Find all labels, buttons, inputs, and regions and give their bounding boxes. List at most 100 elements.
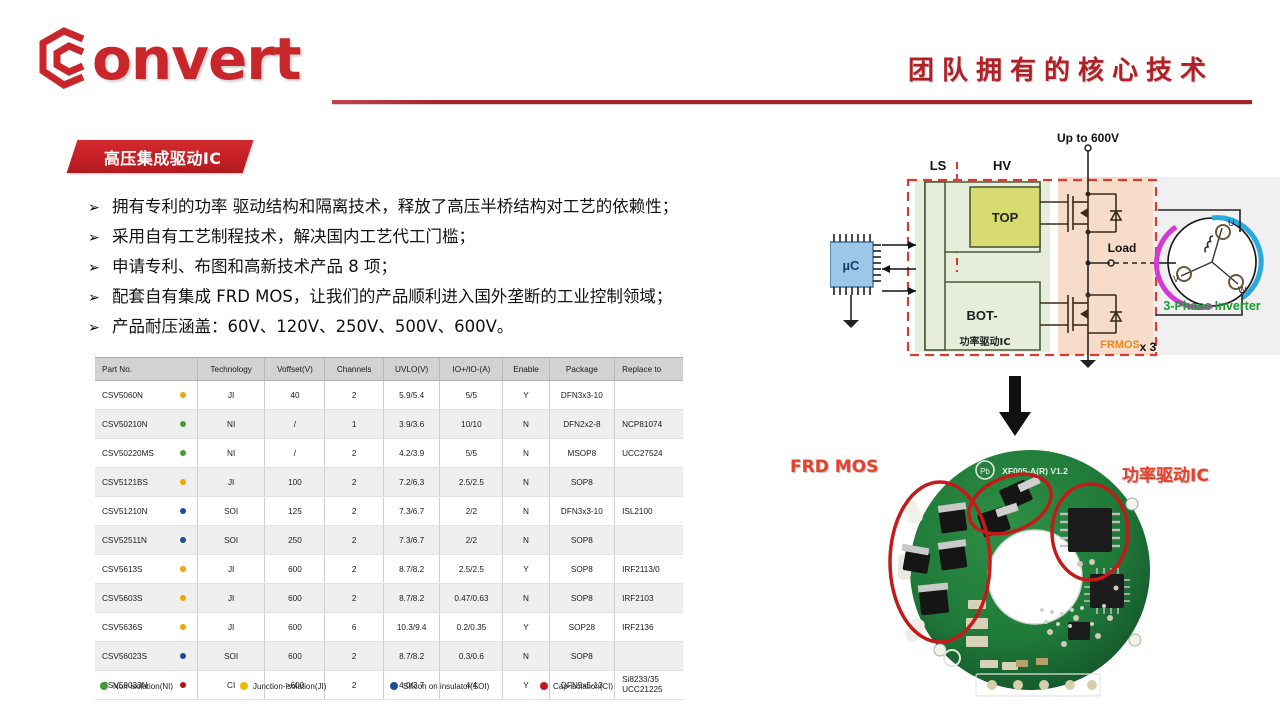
bullet-arrow-icon: ➢ [88,260,100,276]
table-cell-package: DFN3x3-10 [549,380,616,410]
legend-label: Junction-isolation(JI) [253,681,327,691]
table-cell-voffset: 600 [264,612,326,642]
table-cell-replace [614,641,683,671]
brand-logo[interactable]: onvert [36,26,302,92]
table-cell-io: 2/2 [439,496,504,526]
table-cell-replace: IRF2136 [614,612,683,642]
feature-bullet-list: ➢ 拥有专利的功率 驱动结构和隔离技术，释放了高压半桥结构对工艺的依赖性； ➢ 采用自… [88,192,848,342]
table-cell-enable: Y [502,554,550,584]
table-header-row: Part No. Technology Voffset(V) Channels UVLO… [95,357,683,381]
table-cell-channels: 2 [324,525,384,555]
table-cell-part-no: CSV5636S [95,612,198,642]
table-cell-replace: IRF2113/0 [614,554,683,584]
page-title: 团队拥有的核心技术 [907,56,1214,86]
table-cell-part-no: CSV5060N [95,380,198,410]
table-cell-uvlo: 8.7/8.2 [383,583,441,613]
table-cell-enable: N [502,438,550,468]
section-badge-label: 高压集成驱动IC [104,148,222,168]
table-cell-channels: 2 [324,438,384,468]
table-cell-channels: 1 [324,409,384,439]
table-cell-voffset: 250 [264,525,326,555]
table-cell-uvlo: 4.2/3.9 [383,438,441,468]
part-number-label: CSV50220MS [102,448,154,458]
feature-bullet-item: ➢ 采用自有工艺制程技术，解决国内工艺代工门槛； [88,222,848,252]
table-column-header: Technology [197,357,266,381]
table-cell-uvlo: 10.3/9.4 [383,612,441,642]
technology-legend: Non-isolation(NI) Junction-isolation(JI) S… [100,679,700,693]
table-cell-technology: SOI [197,525,266,555]
table-cell-uvlo: 8.7/8.2 [383,641,441,671]
table-cell-uvlo: 7.2/6.3 [383,467,441,497]
technology-dot-icon [179,450,186,456]
technology-dot-icon [179,537,186,543]
part-number-label: CSV5060N [102,390,143,400]
table-column-header: Part No. [95,357,198,381]
table-cell-io: 2.5/2.5 [439,554,504,584]
table-column-header: Enable [502,357,550,381]
table-cell-io: 5/5 [439,438,504,468]
hexagon-c-logo-icon [36,27,98,91]
technology-dot-icon [179,508,186,514]
table-cell-io: 0.3/0.6 [439,641,504,671]
legend-label: Silicon on insulator(SOI) [403,681,490,691]
part-number-label: CSV5121BS [102,477,148,487]
table-cell-technology: JI [197,583,266,613]
svg-text:BOT-: BOT- [966,308,997,323]
legend-item: Silicon on insulator(SOI) [390,682,489,691]
table-cell-part-no: CSV56023S [95,641,198,671]
svg-text:功率驱动IC: 功率驱动IC [959,335,1010,348]
table-cell-package: DFN2x2-8 [549,409,616,439]
table-row: CSV50220MS NI/2 4.2/3.9 5/5 N MSOP8 UCC27524 [95,438,683,468]
table-cell-voffset: 125 [264,496,326,526]
table-cell-technology: SOI [197,496,266,526]
feature-bullet-text: 产品耐压涵盖：60V、120V、250V、500V、600V。 [112,317,514,336]
table-header: Part No. Technology Voffset(V) Channels UVLO… [95,357,683,381]
table-cell-replace: ISL2100 [614,496,683,526]
table-cell-channels: 2 [324,380,384,410]
table-cell-voffset: 100 [264,467,326,497]
svg-text:TOP: TOP [992,210,1019,225]
section-badge: 高压集成驱动IC [66,140,254,173]
table-cell-channels: 2 [324,583,384,613]
svg-text:µC: µC [843,258,860,273]
technology-dot-icon [179,421,186,427]
svg-text:FRMOS: FRMOS [1100,339,1140,351]
table-column-header: Package [549,357,616,381]
table-cell-enable: Y [502,612,550,642]
table-cell-technology: NI [197,409,266,439]
table-row: CSV5603S JI 600 2 8.7/8.2 0.47/0.63 N SOP8 IRF21… [95,583,683,613]
technology-dot-icon [179,392,186,398]
table-cell-package: MSOP8 [549,438,616,468]
table-row: CSV5060N JI 40 2 5.9/5.4 5/5 Y DFN3x3-10 [95,380,683,410]
table-cell-enable: N [502,641,550,671]
svg-text:Up to 600V: Up to 600V [1057,132,1119,145]
table-cell-enable: Y [502,380,550,410]
bullet-arrow-icon: ➢ [88,290,100,306]
feature-bullet-text: 拥有专利的功率 驱动结构和隔离技术，释放了高压半桥结构对工艺的依赖性； [112,197,679,216]
svg-text:x 3: x 3 [1140,340,1157,354]
technology-dot-icon [179,595,186,601]
bullet-arrow-icon: ➢ [88,320,100,336]
table-cell-io: 2.5/2.5 [439,467,504,497]
table-cell-voffset: / [264,438,326,468]
legend-dot-icon [240,682,248,690]
table-cell-voffset: 600 [264,641,326,671]
table-column-header: UVLO(V) [383,357,441,381]
table-cell-enable: N [502,583,550,613]
part-number-label: CSV56023S [102,651,148,661]
table-cell-technology: JI [197,612,266,642]
bullet-arrow-icon: ➢ [88,230,100,246]
table-row: CSV52511N SOI 250 2 7.3/6.7 2/2 N SOP8 [95,525,683,555]
part-number-label: CSV52511N [102,535,147,545]
svg-text:V: V [1173,274,1179,284]
feature-bullet-item: ➢ 申请专利、布图和高新技术产品 8 项； [88,252,848,282]
svg-text:U: U [1228,218,1235,228]
table-cell-io: 2/2 [439,525,504,555]
table-cell-part-no: CSV52511N [95,525,198,555]
table-cell-part-no: CSV51210N [95,496,198,526]
table-cell-technology: JI [197,554,266,584]
table-cell-uvlo: 7.3/6.7 [383,525,441,555]
table-cell-package: SOP28 [549,612,616,642]
table-cell-replace: UCC27524 [614,438,683,468]
feature-bullet-item: ➢ 配套自有集成 FRD MOS，让我们的产品顺利进入国外垄断的工业控制领域； [88,282,848,312]
